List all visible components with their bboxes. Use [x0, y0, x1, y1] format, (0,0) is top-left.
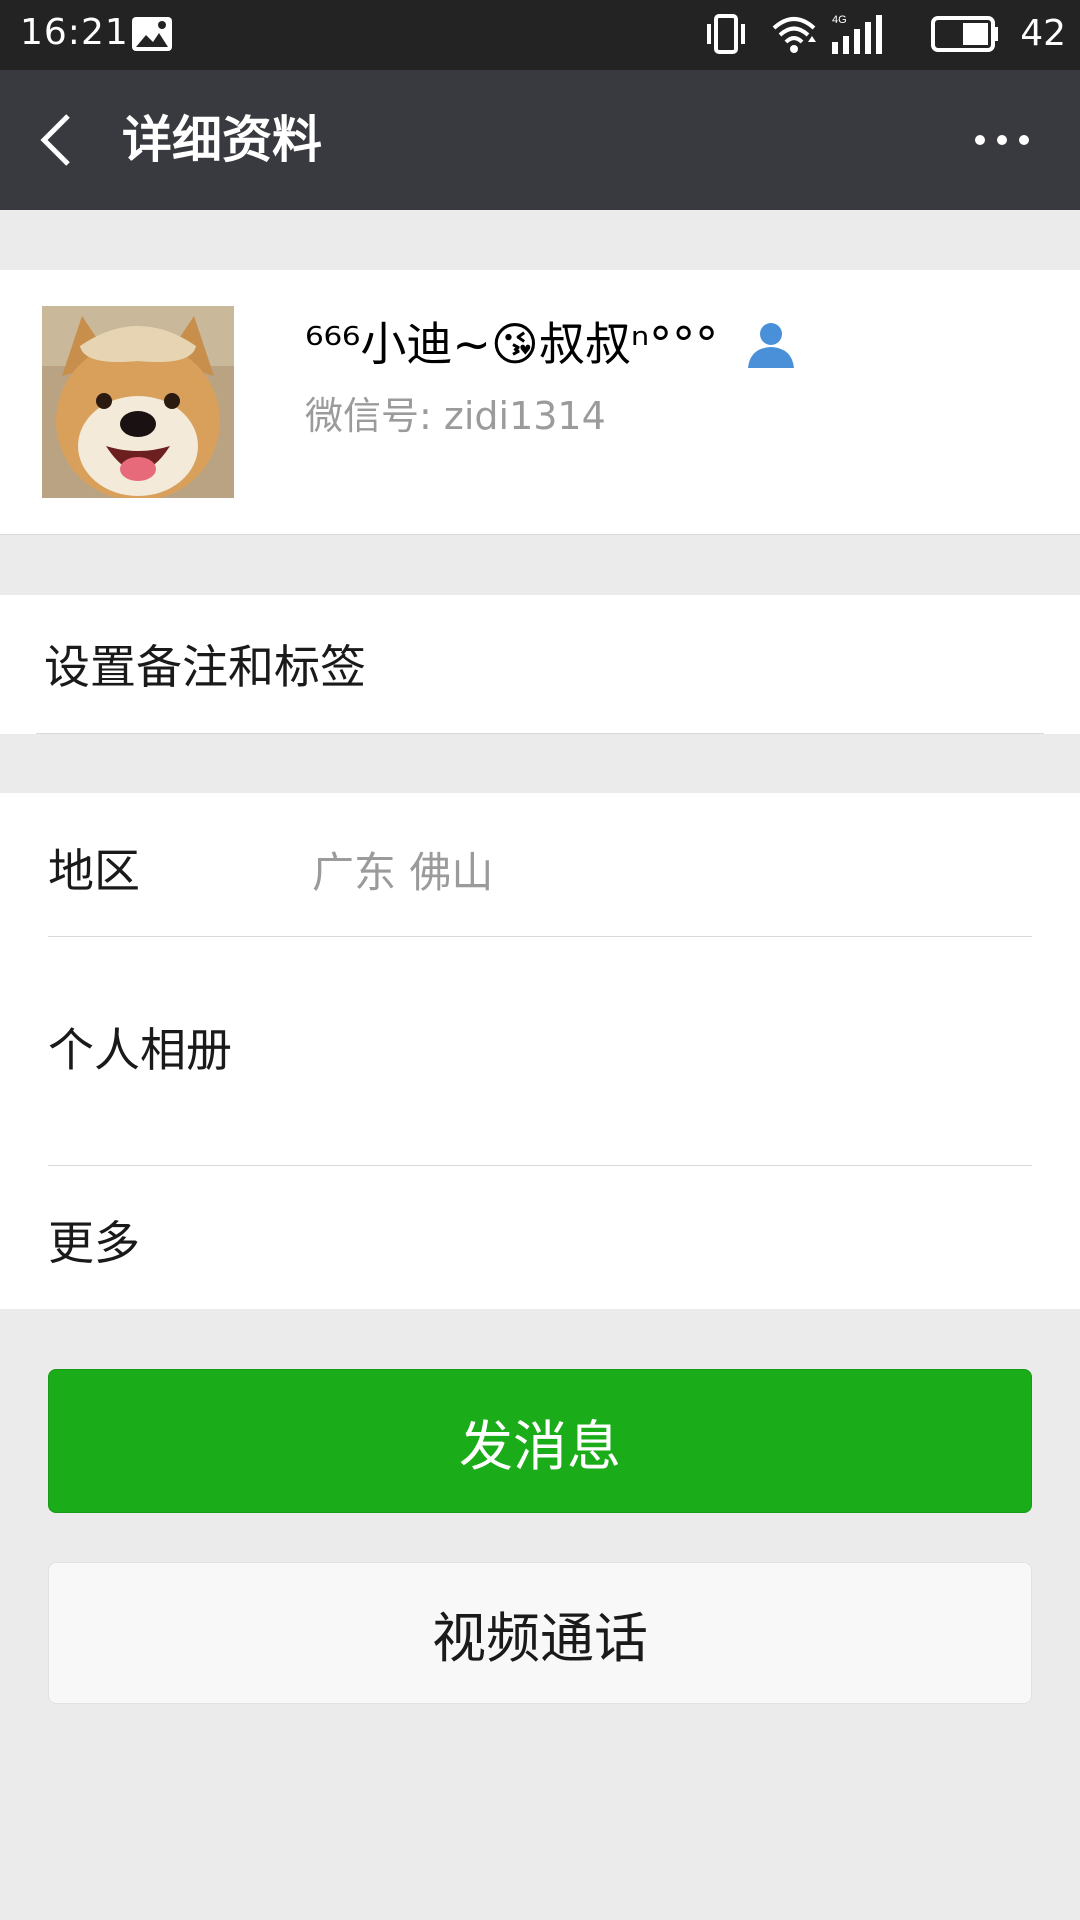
dog-avatar-image	[42, 306, 234, 498]
back-button[interactable]	[36, 108, 76, 176]
profile-card: ⁶⁶⁶小迪~😘叔叔ⁿ°°° 微信号: zidi1314	[0, 270, 1080, 535]
4g-signal-icon: 4G	[830, 12, 888, 60]
send-message-button[interactable]: 发消息	[48, 1369, 1032, 1513]
album-item[interactable]: 个人相册	[0, 936, 1080, 1165]
status-time: 16:21	[20, 12, 129, 53]
remark-tags-item[interactable]: 设置备注和标签	[0, 595, 1080, 734]
wifi-icon	[770, 12, 818, 60]
svg-text:4G: 4G	[832, 14, 847, 26]
video-call-button[interactable]: 视频通话	[48, 1562, 1032, 1704]
vibrate-icon	[706, 12, 746, 60]
more-item[interactable]: 更多	[0, 1165, 1080, 1309]
image-notification-icon	[130, 15, 174, 57]
status-bar: 16:21 4G 42	[0, 0, 1080, 70]
details-section: 地区 广东 佛山 个人相册 更多	[0, 793, 1080, 1309]
more-label: 更多	[48, 1216, 140, 1270]
person-icon	[746, 320, 796, 372]
album-label: 个人相册	[48, 1023, 232, 1077]
remark-section: 设置备注和标签	[0, 595, 1080, 734]
nickname: ⁶⁶⁶小迪~😘叔叔ⁿ°°°	[305, 317, 719, 371]
more-button[interactable]	[974, 130, 1030, 154]
battery-level: 42	[1020, 13, 1066, 54]
wechat-id: 微信号: zidi1314	[305, 394, 606, 438]
avatar[interactable]	[42, 306, 234, 498]
header-bar: 详细资料	[0, 70, 1080, 210]
region-label: 地区	[48, 844, 140, 898]
divider	[36, 733, 1044, 734]
region-value: 广东 佛山	[312, 848, 494, 897]
page-title: 详细资料	[122, 111, 322, 169]
more-dots-icon	[975, 135, 1029, 145]
battery-icon	[930, 12, 1000, 60]
region-item: 地区 广东 佛山	[0, 793, 1080, 936]
chevron-left-icon	[40, 114, 70, 166]
remark-tags-label: 设置备注和标签	[44, 640, 366, 694]
